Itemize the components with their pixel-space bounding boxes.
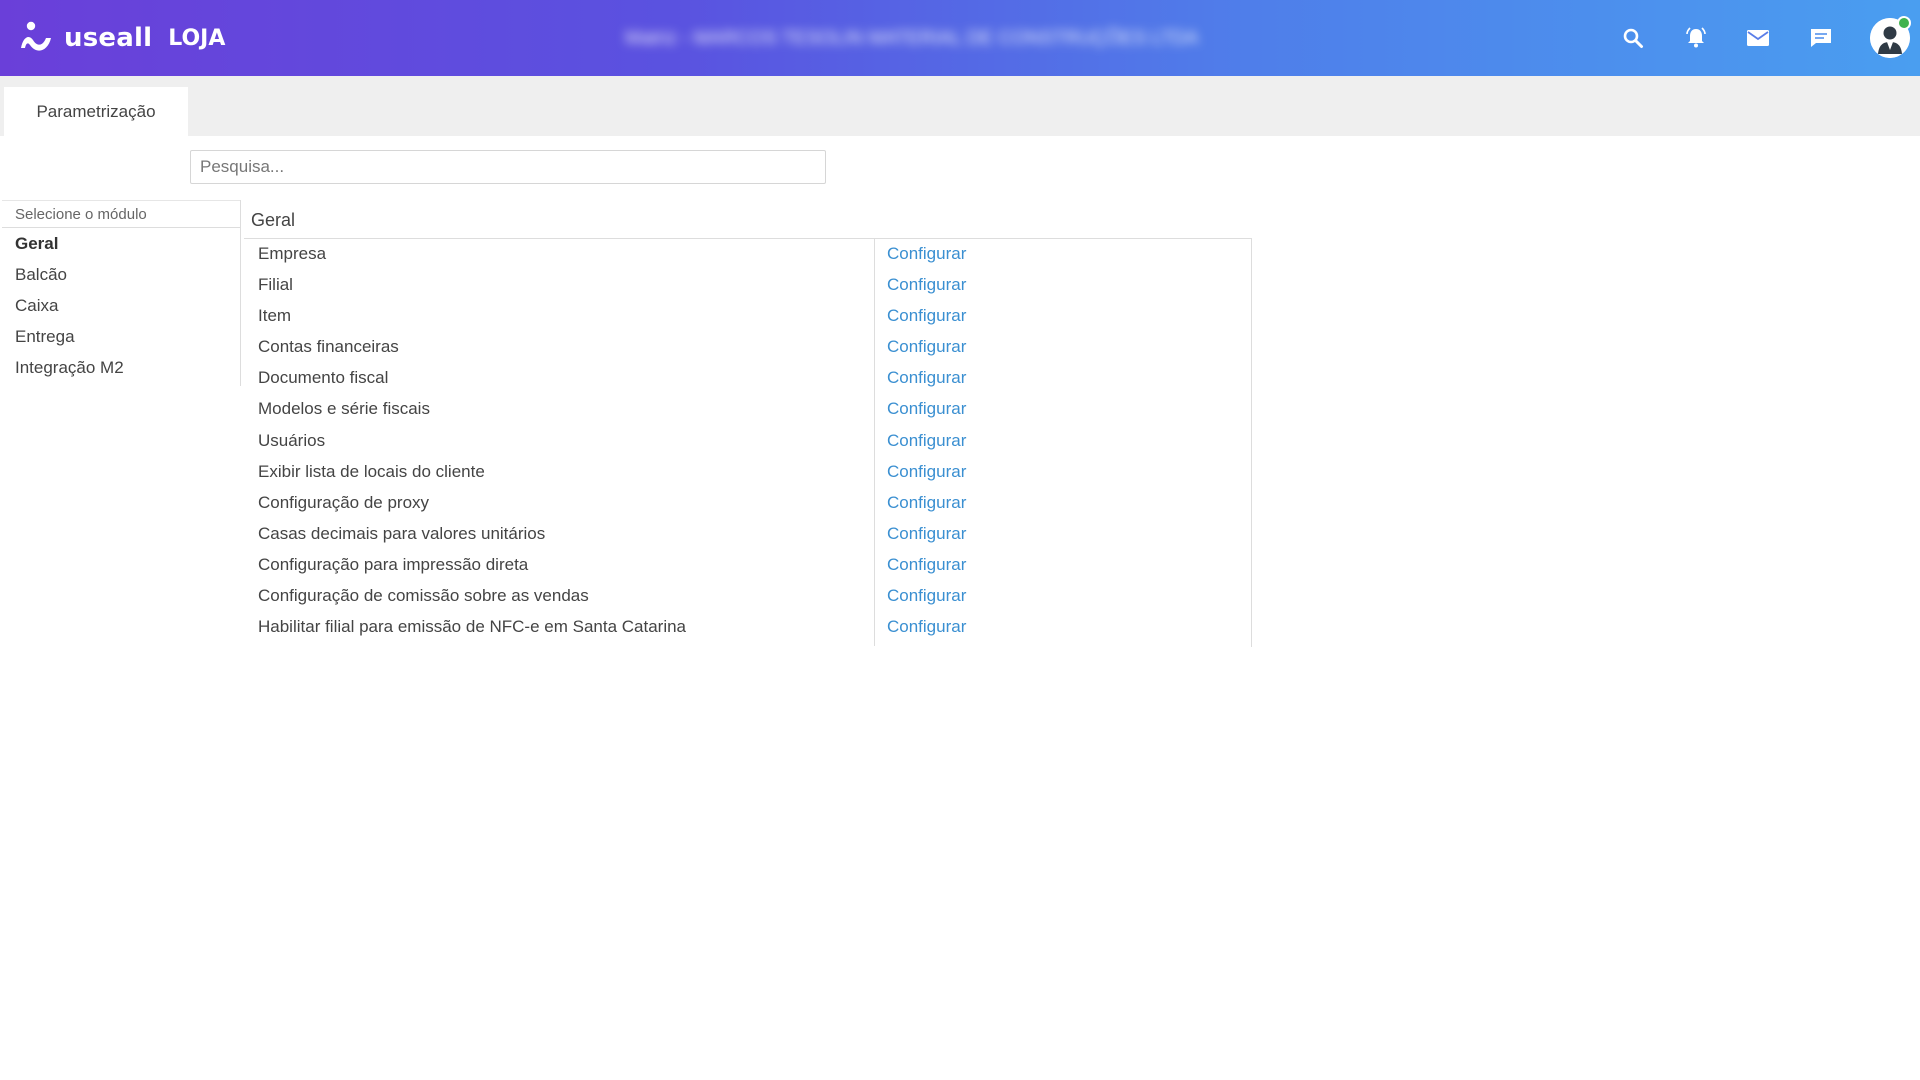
setting-name: Empresa [258,244,327,263]
settings-table: Empresa Configurar Filial Configurar Ite… [244,238,1252,647]
setting-name: Documento fiscal [258,368,389,387]
module-item-balcao[interactable]: Balcão [2,259,240,290]
top-header: useall LOJA Matriz - MARCOS TESOLIN MATE… [0,0,1920,76]
module-list: Selecione o módulo Geral Balcão Caixa En… [2,200,241,386]
configure-link[interactable]: Configurar [887,337,966,357]
table-row: Configuração de proxy Configurar [244,488,1251,519]
bell-icon[interactable] [1682,24,1710,52]
table-row: Exibir lista de locais do cliente Config… [244,457,1251,488]
setting-name: Usuários [258,431,326,450]
tab-parametrizacao[interactable]: Parametrização [4,87,188,136]
tab-strip: Parametrização [0,76,1920,136]
configure-link[interactable]: Configurar [887,275,966,295]
table-row: Casas decimais para valores unitários Co… [244,519,1251,550]
online-status-dot [1897,16,1911,30]
setting-name: Configuração de proxy [258,493,430,512]
table-row: Usuários Configurar [244,426,1251,457]
module-list-header: Selecione o módulo [2,200,240,228]
setting-name: Configuração para impressão direta [258,555,529,574]
table-row: Empresa Configurar [244,239,1251,270]
table-row: Configuração para impressão direta Confi… [244,550,1251,581]
configure-link[interactable]: Configurar [887,586,966,606]
table-row: Contas financeiras Configurar [244,332,1251,363]
module-item-integracao-m2[interactable]: Integração M2 [2,352,240,383]
configure-link[interactable]: Configurar [887,431,966,451]
mail-icon[interactable] [1744,24,1772,52]
useall-logo-icon [21,21,51,51]
configure-link[interactable]: Configurar [887,493,966,513]
setting-name: Filial [258,275,293,294]
table-row: Configuração de comissão sobre as vendas… [244,581,1251,612]
configure-link[interactable]: Configurar [887,524,966,544]
configure-link[interactable]: Configurar [887,555,966,575]
table-row: Habilitar filial para emissão de NFC-e e… [244,612,1251,643]
configure-link[interactable]: Configurar [887,306,966,326]
section-title: Geral [251,210,296,230]
table-row: Modelos e série fiscais Configurar [244,394,1251,425]
table-row: Documento fiscal Configurar [244,363,1251,394]
product-name: LOJA [168,25,226,51]
configure-link[interactable]: Configurar [887,368,966,388]
setting-name: Configuração de comissão sobre as vendas [258,586,589,605]
brand-name: useall [64,23,153,53]
search-icon[interactable] [1619,24,1647,52]
column-divider [874,239,875,646]
setting-name: Exibir lista de locais do cliente [258,462,485,481]
table-row: Item Configurar [244,301,1251,332]
search-input[interactable] [190,150,826,184]
chat-icon[interactable] [1807,24,1835,52]
configure-link[interactable]: Configurar [887,617,966,637]
company-name-blurred: Matriz - MARCOS TESOLIN MATERIAL DE CONS… [625,28,1199,49]
module-item-geral[interactable]: Geral [2,228,240,259]
setting-name: Habilitar filial para emissão de NFC-e e… [258,617,687,636]
configure-link[interactable]: Configurar [887,462,966,482]
useall-logo[interactable]: useall LOJA [18,18,225,58]
module-item-entrega[interactable]: Entrega [2,321,240,352]
setting-name: Modelos e série fiscais [258,399,430,418]
configure-link[interactable]: Configurar [887,399,966,419]
setting-name: Item [258,306,292,325]
setting-name: Contas financeiras [258,337,399,356]
setting-name: Casas decimais para valores unitários [258,524,546,543]
table-row: Filial Configurar [244,270,1251,301]
module-item-caixa[interactable]: Caixa [2,290,240,321]
configure-link[interactable]: Configurar [887,244,966,264]
